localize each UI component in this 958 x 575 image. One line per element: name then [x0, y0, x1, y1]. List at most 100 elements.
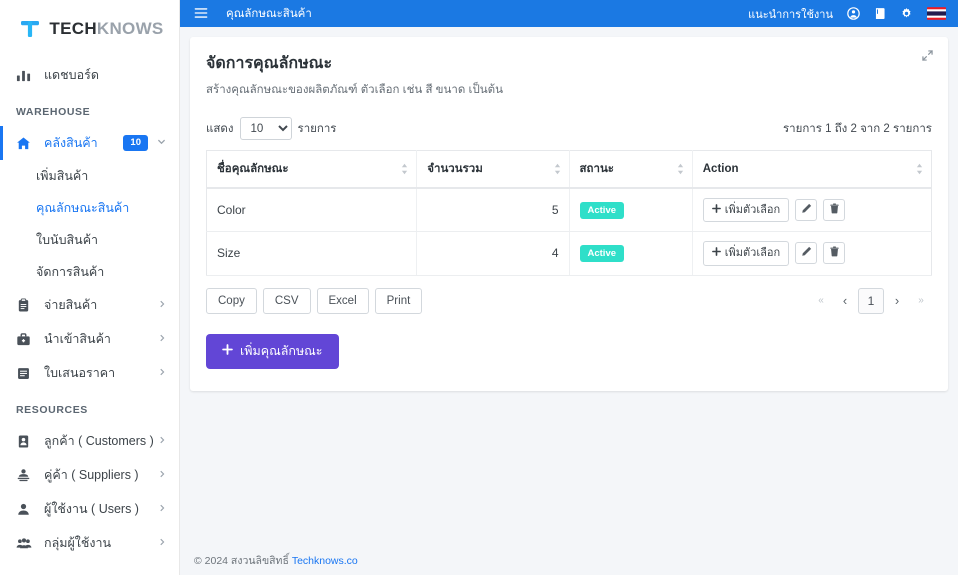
delete-button[interactable] — [823, 242, 846, 265]
sidebar: TECHKNOWS แดชบอร์ด WAREHOUSE คลังสินค้า … — [0, 0, 180, 575]
sidebar-subitem-product-attributes[interactable]: คุณลักษณะสินค้า — [0, 192, 179, 224]
expand-icon[interactable] — [921, 49, 934, 66]
sidebar-item-import[interactable]: นำเข้าสินค้า — [0, 322, 179, 356]
trash-icon — [829, 246, 840, 260]
pagination-first[interactable]: « — [810, 289, 832, 313]
sidebar-item-label: นำเข้าสินค้า — [44, 332, 111, 346]
topbar: คุณลักษณะสินค้า แนะนำการใช้งาน — [180, 0, 958, 27]
column-label: Action — [702, 163, 739, 175]
plus-icon — [711, 246, 721, 260]
table-info: รายการ 1 ถึง 2 จาก 2 รายการ — [782, 122, 932, 135]
pagination-page-1[interactable]: 1 — [858, 287, 884, 314]
brand-logo[interactable]: TECHKNOWS — [0, 0, 179, 58]
chevron-right-icon[interactable] — [157, 299, 167, 312]
pagination: « ‹ 1 › » — [810, 287, 932, 314]
sidebar-item-user-groups[interactable]: กลุ่มผู้ใช้งาน — [0, 526, 179, 560]
sidebar-item-label: คู่ค้า ( Suppliers ) — [44, 468, 139, 482]
sidebar-item-suppliers[interactable]: คู่ค้า ( Suppliers ) — [0, 458, 179, 492]
cell-total: 5 — [416, 188, 570, 233]
home-icon — [16, 136, 34, 151]
edit-button[interactable] — [795, 199, 818, 222]
export-button-group: Copy CSV Excel Print — [206, 287, 423, 314]
sidebar-item-customers[interactable]: ลูกค้า ( Customers ) — [0, 424, 179, 458]
thailand-flag-icon[interactable] — [927, 7, 946, 20]
sidebar-item-label: คลังสินค้า — [44, 136, 98, 150]
chevron-right-icon[interactable] — [157, 333, 167, 346]
chevron-right-icon[interactable] — [157, 469, 167, 482]
footer-link[interactable]: Techknows.co — [292, 555, 358, 567]
topbar-title: คุณลักษณะสินค้า — [226, 7, 312, 20]
row-action-group: เพิ่มตัวเลือก — [702, 198, 921, 223]
chevron-right-icon[interactable] — [157, 537, 167, 550]
sidebar-item-dashboard[interactable]: แดชบอร์ด — [0, 58, 179, 92]
attributes-card: จัดการคุณลักษณะ สร้างคุณลักษณะของผลิตภัณ… — [190, 37, 948, 391]
table-row: Size 4 Active เพิ่มตัวเลือก — [206, 231, 932, 276]
sort-icon[interactable] — [401, 163, 408, 175]
page-length-select[interactable]: 10 25 50 100 — [239, 117, 292, 140]
table-footer: Copy CSV Excel Print « ‹ 1 › » — [206, 287, 932, 314]
help-guide-link[interactable]: แนะนำการใช้งาน — [748, 5, 833, 23]
pencil-icon — [801, 203, 812, 217]
topbar-actions: แนะนำการใช้งาน — [748, 5, 946, 23]
chevron-right-icon[interactable] — [157, 435, 167, 448]
add-attribute-button[interactable]: เพิ่มคุณลักษณะ — [206, 333, 339, 369]
table-body: Color 5 Active เพิ่มตัวเลือก Size 4 Acti… — [206, 188, 932, 276]
users-group-icon — [16, 536, 34, 551]
hamburger-icon[interactable] — [194, 7, 208, 21]
brand-text: TECHKNOWS — [49, 19, 163, 39]
column-header-status[interactable]: สถานะ — [569, 150, 693, 189]
account-circle-icon[interactable] — [847, 7, 860, 20]
sort-icon[interactable] — [677, 163, 684, 175]
pencil-icon — [801, 246, 812, 260]
sidebar-section-resources: RESOURCES — [16, 404, 88, 416]
plus-icon — [222, 343, 233, 359]
sidebar-item-quotation[interactable]: ใบเสนอราคา — [0, 356, 179, 390]
sidebar-subitem-stock-count[interactable]: ใบนับสินค้า — [0, 224, 179, 256]
table-head: ชื่อคุณลักษณะ จำนวนรวม สถานะ Action — [206, 150, 932, 189]
main-area: คุณลักษณะสินค้า แนะนำการใช้งาน จัดการคุณ… — [180, 0, 958, 575]
delete-button[interactable] — [823, 199, 846, 222]
chevron-right-icon[interactable] — [157, 503, 167, 516]
attributes-table: ชื่อคุณลักษณะ จำนวนรวม สถานะ Action Colo… — [206, 150, 932, 276]
chevron-down-icon[interactable] — [156, 136, 167, 150]
csv-button[interactable]: CSV — [262, 287, 311, 314]
copy-button[interactable]: Copy — [206, 287, 257, 314]
page-title: จัดการคุณลักษณะ — [206, 55, 333, 72]
book-icon[interactable] — [874, 7, 886, 20]
pagination-prev[interactable]: ‹ — [834, 289, 856, 313]
sort-icon[interactable] — [554, 163, 561, 175]
brand-text-primary: TECH — [49, 19, 97, 38]
edit-button[interactable] — [795, 242, 818, 265]
status-badge: Active — [579, 244, 625, 263]
column-header-total[interactable]: จำนวนรวม — [416, 150, 570, 189]
add-option-button[interactable]: เพิ่มตัวเลือก — [702, 198, 790, 223]
status-badge: Active — [579, 201, 625, 219]
sidebar-item-dispatch[interactable]: จ่ายสินค้า — [0, 288, 179, 322]
cell-status: Active — [569, 231, 693, 276]
add-option-label: เพิ่มตัวเลือก — [724, 247, 781, 260]
sort-icon[interactable] — [916, 163, 923, 175]
t-logo-icon — [19, 18, 41, 40]
sidebar-item-warehouse[interactable]: คลังสินค้า 10 — [0, 126, 179, 160]
table-header-row: ชื่อคุณลักษณะ จำนวนรวม สถานะ Action — [206, 150, 932, 189]
print-button[interactable]: Print — [374, 287, 423, 314]
column-header-name[interactable]: ชื่อคุณลักษณะ — [206, 150, 418, 189]
chevron-right-icon[interactable] — [157, 367, 167, 380]
cell-actions: เพิ่มตัวเลือก — [692, 188, 932, 233]
add-option-label: เพิ่มตัวเลือก — [724, 204, 781, 216]
trash-icon — [829, 203, 840, 217]
user-tie-icon — [16, 468, 34, 483]
pagination-next[interactable]: › — [886, 289, 908, 313]
sidebar-subitem-add-product[interactable]: เพิ่มสินค้า — [0, 160, 179, 192]
column-header-action[interactable]: Action — [692, 150, 932, 189]
excel-button[interactable]: Excel — [316, 287, 369, 314]
sidebar-badge-count: 10 — [123, 135, 148, 151]
row-action-group: เพิ่มตัวเลือก — [702, 241, 921, 266]
sidebar-item-label: แดชบอร์ด — [44, 68, 99, 82]
pagination-last[interactable]: » — [910, 289, 932, 313]
column-label: ชื่อคุณลักษณะ — [217, 163, 289, 175]
sidebar-item-users[interactable]: ผู้ใช้งาน ( Users ) — [0, 492, 179, 526]
add-option-button[interactable]: เพิ่มตัวเลือก — [702, 241, 790, 266]
sidebar-subitem-manage-product[interactable]: จัดการสินค้า — [0, 256, 179, 288]
gear-icon[interactable] — [900, 7, 913, 20]
